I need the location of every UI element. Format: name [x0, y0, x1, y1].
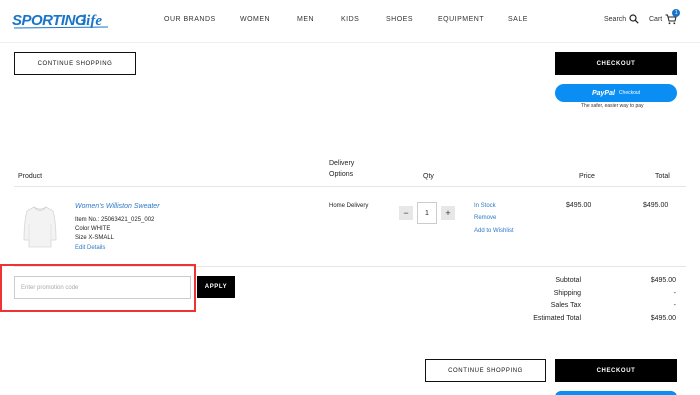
qty-increase-button[interactable]: +: [441, 206, 455, 220]
product-size: Size X-SMALL: [75, 235, 115, 241]
table-header-divider: [14, 186, 686, 187]
nav-women[interactable]: WOMEN: [240, 16, 270, 23]
nav-men[interactable]: MEN: [297, 16, 314, 23]
sales-tax-label: Sales Tax: [550, 302, 581, 309]
col-header-product: Product: [18, 173, 43, 180]
sweater-image: [23, 206, 57, 248]
col-header-delivery: Delivery Options: [329, 158, 354, 180]
add-to-wishlist-link[interactable]: Add to Wishlist: [474, 227, 514, 235]
checkout-button-top[interactable]: CHECKOUT: [555, 52, 677, 75]
col-header-price: Price: [579, 173, 595, 180]
cart-count-badge: 1: [672, 9, 681, 17]
continue-shopping-button-bottom[interactable]: CONTINUE SHOPPING: [425, 359, 546, 382]
apply-promo-button[interactable]: APPLY: [197, 276, 235, 298]
subtotal-value: $495.00: [650, 277, 676, 284]
col-header-delivery-line2: Options: [329, 171, 354, 178]
cart-icon: 1: [665, 9, 681, 25]
cart-link[interactable]: Cart 1: [649, 9, 681, 25]
svg-text:SPORTING: SPORTING: [12, 12, 87, 29]
product-item-number: Item No.: 25063421_025_002: [75, 217, 155, 223]
edit-details-link[interactable]: Edit Details: [75, 244, 105, 252]
estimated-total-label: Estimated Total: [533, 315, 581, 322]
site-header: SPORTING life OUR BRANDS WOMEN MEN KIDS …: [0, 0, 700, 42]
stock-status: In Stock: [474, 203, 496, 209]
delivery-option: Home Delivery: [329, 203, 369, 209]
estimated-total-value: $495.00: [650, 315, 676, 322]
paypal-label: PayPal: [591, 89, 615, 97]
checkout-button-bottom[interactable]: CHECKOUT: [555, 359, 677, 382]
paypal-checkout-button[interactable]: PayPal Checkout: [555, 84, 677, 102]
col-header-total: Total: [655, 173, 670, 180]
search-icon: [629, 14, 639, 24]
search-link[interactable]: Search: [604, 14, 639, 24]
sales-tax-value: -: [673, 302, 676, 309]
paypal-checkout-button-bottom[interactable]: [555, 391, 677, 395]
item-total: $495.00: [643, 202, 669, 209]
item-price: $495.00: [566, 202, 592, 209]
product-thumbnail[interactable]: [20, 204, 60, 250]
continue-shopping-button-top[interactable]: CONTINUE SHOPPING: [14, 52, 136, 75]
nav-sale[interactable]: SALE: [508, 16, 528, 23]
nav-our-brands[interactable]: OUR BRANDS: [164, 16, 216, 23]
col-header-qty: Qty: [423, 173, 434, 180]
nav-equipment[interactable]: EQUIPMENT: [438, 16, 484, 23]
paypal-sublabel: Checkout: [618, 90, 641, 96]
product-color: Color WHITE: [75, 226, 111, 232]
shipping-label: Shipping: [553, 290, 581, 297]
search-label: Search: [604, 15, 627, 23]
col-header-delivery-line1: Delivery: [329, 160, 355, 167]
shipping-value: -: [673, 290, 676, 297]
quantity-stepper: − 1 +: [399, 202, 455, 224]
remove-link[interactable]: Remove: [474, 214, 496, 222]
promo-code-input[interactable]: Enter promotion code: [14, 276, 191, 299]
product-name-link[interactable]: Women's Williston Sweater: [75, 203, 160, 210]
nav-shoes[interactable]: SHOES: [386, 16, 413, 23]
nav-kids[interactable]: KIDS: [341, 16, 359, 23]
logo-graphic: SPORTING life: [12, 12, 109, 29]
qty-input[interactable]: 1: [417, 202, 437, 224]
paypal-caption: The safer, easier way to pay: [581, 103, 644, 109]
cart-label: Cart: [649, 16, 663, 23]
qty-decrease-button[interactable]: −: [399, 206, 413, 220]
subtotal-label: Subtotal: [555, 277, 581, 284]
header-divider: [0, 42, 700, 43]
sporting-life-logo[interactable]: SPORTING life: [12, 10, 110, 30]
